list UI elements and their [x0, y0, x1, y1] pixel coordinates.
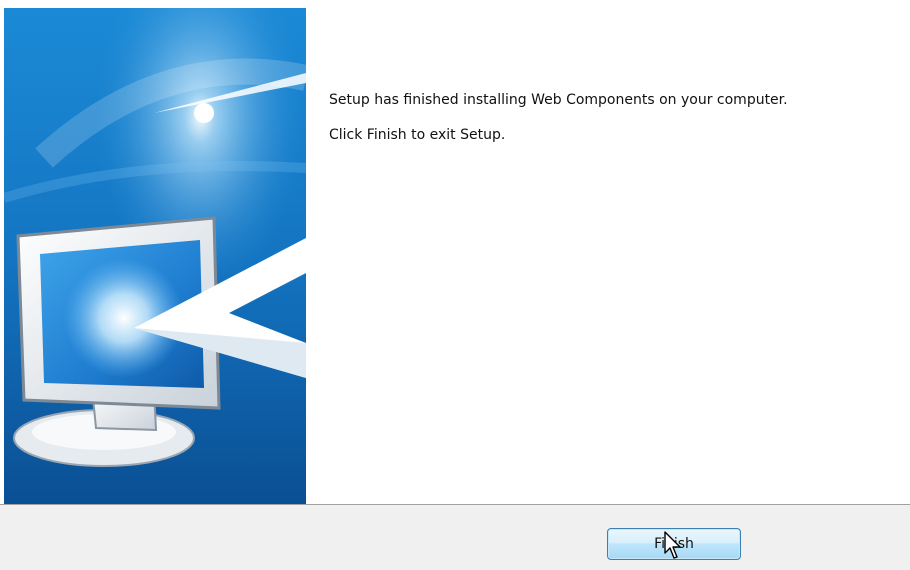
finish-button[interactable]: Finish: [607, 528, 741, 560]
exit-instruction: Click Finish to exit Setup.: [329, 127, 506, 143]
setup-wizard-window: Setup has finished installing Web Compon…: [0, 0, 910, 570]
wizard-banner-image: [4, 8, 306, 504]
monitor-arrow-icon: [4, 8, 306, 504]
wizard-content: Setup has finished installing Web Compon…: [329, 92, 869, 144]
finished-message: Setup has finished installing Web Compon…: [329, 92, 788, 108]
wizard-footer: Finish: [0, 504, 910, 570]
